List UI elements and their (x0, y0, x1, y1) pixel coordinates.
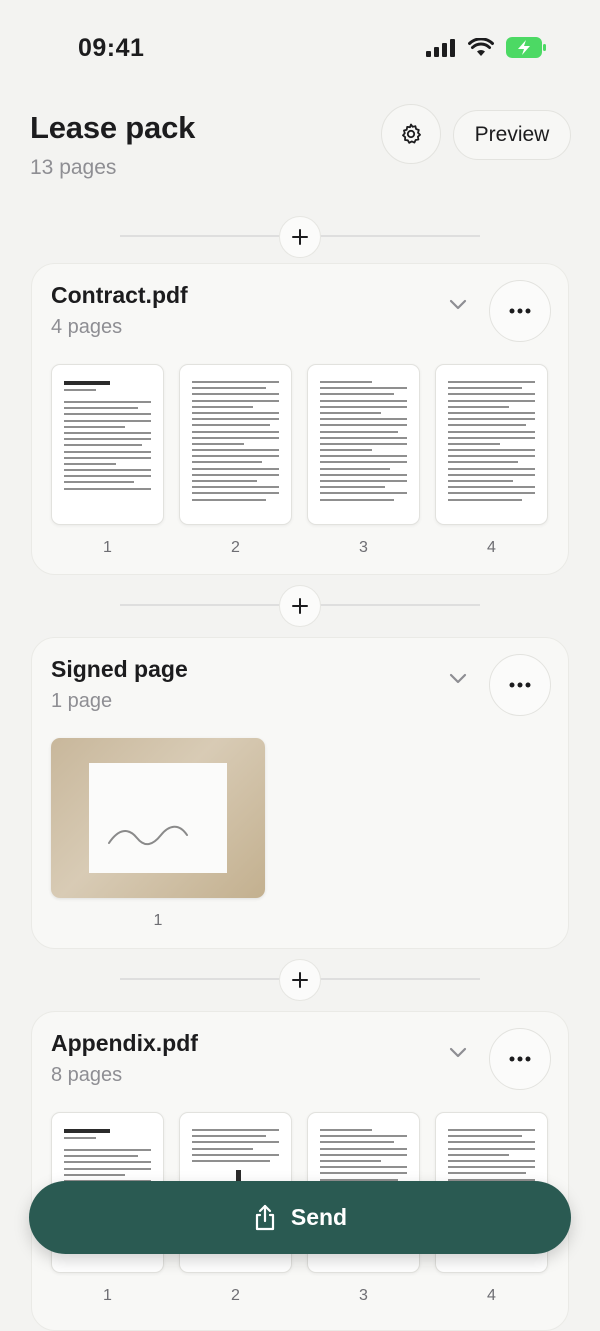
wifi-icon (468, 38, 494, 56)
more-icon (509, 1056, 531, 1062)
insert-divider (120, 585, 480, 627)
document-card: Contract.pdf 4 pages 1 2 3 4 (31, 263, 569, 575)
status-bar: 09:41 (0, 0, 600, 96)
settings-button[interactable] (381, 104, 441, 164)
plus-icon (292, 229, 308, 245)
chevron-down-icon[interactable] (448, 1045, 468, 1059)
document-title: Appendix.pdf (51, 1030, 198, 1056)
more-icon (509, 682, 531, 688)
page-thumbnail[interactable]: 1 (51, 738, 265, 930)
page-thumbnail[interactable]: 3 (307, 364, 420, 557)
page-number: 4 (487, 1287, 496, 1304)
more-options-button[interactable] (489, 280, 551, 342)
more-options-button[interactable] (489, 654, 551, 716)
page-number: 2 (231, 1287, 240, 1304)
more-options-button[interactable] (489, 1028, 551, 1090)
page-number: 1 (153, 912, 163, 929)
insert-button[interactable] (279, 585, 321, 627)
page-subtitle: 13 pages (30, 156, 117, 179)
chevron-down-icon[interactable] (448, 671, 468, 685)
preview-button[interactable]: Preview (453, 110, 571, 160)
signed-page-photo (51, 738, 265, 898)
page-number: 3 (359, 1287, 368, 1304)
page-number: 2 (231, 539, 240, 556)
document-card: Signed page 1 page 1 (31, 637, 569, 949)
page-thumbnail[interactable]: 2 (179, 364, 292, 557)
insert-button[interactable] (279, 216, 321, 258)
plus-icon (292, 972, 308, 988)
status-time: 09:41 (78, 34, 145, 62)
page-number: 1 (103, 1287, 112, 1304)
gear-icon (402, 123, 421, 144)
signal-icon (426, 38, 455, 57)
document-page-count: 8 pages (51, 1064, 123, 1086)
more-icon (509, 308, 531, 314)
insert-divider (120, 216, 480, 258)
page-header: Lease pack 13 pages (30, 110, 195, 180)
document-title: Signed page (51, 656, 188, 682)
page-thumbnail[interactable]: 1 (51, 364, 164, 557)
document-card: Appendix.pdf 8 pages 1 2 3 4 (31, 1011, 569, 1331)
page-number: 1 (103, 539, 112, 556)
document-title: Contract.pdf (51, 282, 188, 308)
send-button[interactable]: Send (29, 1181, 571, 1254)
share-icon (255, 1204, 274, 1230)
send-label: Send (290, 1204, 348, 1230)
page-number: 3 (359, 539, 368, 556)
battery-icon (506, 37, 546, 58)
page-number: 4 (487, 539, 496, 556)
insert-divider (120, 959, 480, 1001)
page-thumbnail[interactable]: 4 (435, 364, 548, 557)
signature-image (108, 825, 188, 846)
insert-button[interactable] (279, 959, 321, 1001)
plus-icon (292, 598, 308, 614)
document-page-count: 1 page (51, 690, 113, 712)
document-page-count: 4 pages (51, 316, 123, 338)
page-title: Lease pack (30, 110, 196, 145)
chevron-down-icon[interactable] (448, 297, 468, 311)
